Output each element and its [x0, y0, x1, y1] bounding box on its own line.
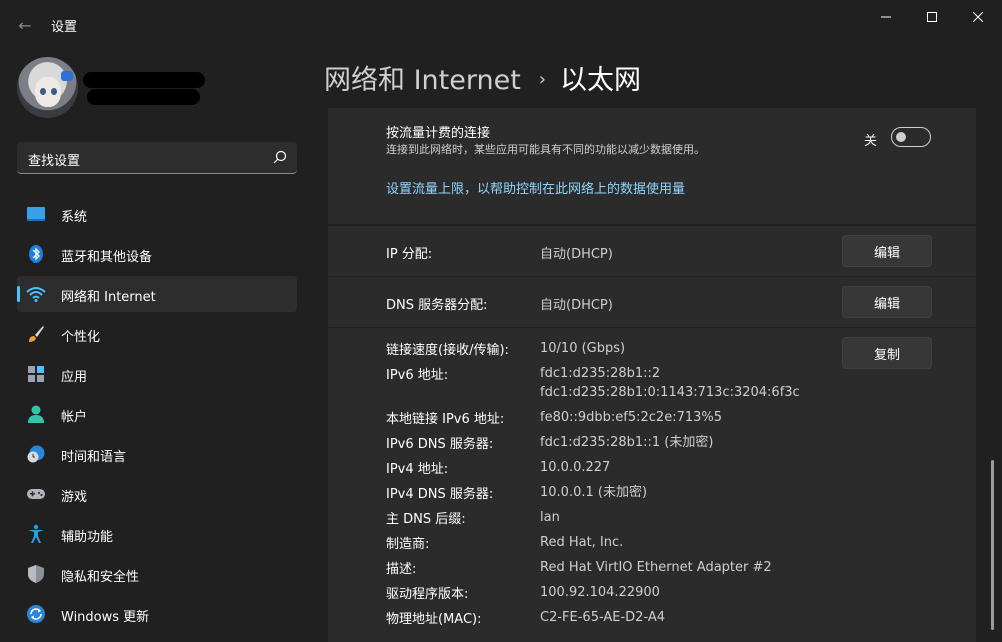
property-label: 物理地址(MAC):	[386, 612, 482, 627]
sidebar-item-time-language[interactable]: 时间和语言	[17, 436, 297, 472]
property-label: IPv6 DNS 服务器:	[386, 437, 494, 452]
dns-assignment-value: 自动(DHCP)	[540, 298, 613, 313]
property-value: fdc1:d235:28b1::1 (未加密)	[540, 435, 714, 450]
sidebar-item-privacy-security[interactable]: 隐私和安全性	[17, 556, 297, 592]
search-icon[interactable]	[273, 150, 287, 164]
search-box[interactable]: 查找设置	[17, 142, 297, 174]
shield-icon	[28, 565, 44, 583]
ip-assignment-card: IP 分配: 自动(DHCP) 编辑	[328, 226, 976, 276]
property-label: 本地链接 IPv6 地址:	[386, 412, 505, 427]
breadcrumb-chevron-icon: ›	[538, 69, 546, 90]
redacted-user-email	[87, 89, 200, 105]
sidebar-item-network[interactable]: 网络和 Internet	[17, 276, 297, 312]
gamepad-icon	[27, 489, 45, 499]
dns-assignment-card: DNS 服务器分配: 自动(DHCP) 编辑	[328, 277, 976, 327]
avatar	[17, 57, 78, 118]
update-icon	[27, 605, 45, 623]
property-value: 10/10 (Gbps)	[540, 341, 626, 356]
metered-toggle-state: 关	[864, 134, 878, 149]
property-label: 主 DNS 后缀:	[386, 512, 466, 527]
property-label: IPv6 地址:	[386, 368, 449, 383]
sidebar-item-personalization[interactable]: 个性化	[17, 316, 297, 352]
app-title: 设置	[51, 20, 78, 35]
sidebar-item-apps[interactable]: 应用	[17, 356, 297, 392]
wifi-icon	[26, 287, 46, 302]
sidebar-item-system[interactable]: 系统	[17, 196, 297, 232]
property-label: 描述:	[386, 562, 417, 577]
sidebar-item-accounts[interactable]: 帐户	[17, 396, 297, 432]
maximize-icon	[927, 12, 937, 22]
brush-icon	[29, 326, 44, 342]
apps-icon	[28, 366, 44, 382]
sidebar-item-accessibility[interactable]: 辅助功能	[17, 516, 297, 552]
property-label: 驱动程序版本:	[386, 587, 469, 602]
scrollbar-thumb[interactable]	[991, 460, 994, 630]
property-label: 制造商:	[386, 537, 430, 552]
bluetooth-icon	[29, 245, 43, 263]
edit-ip-button[interactable]: 编辑	[842, 235, 932, 267]
breadcrumb: 网络和 Internet › 以太网	[324, 58, 641, 97]
minimize-button[interactable]	[863, 0, 909, 34]
system-icon	[27, 207, 45, 221]
ip-assignment-value: 自动(DHCP)	[540, 247, 613, 262]
property-label: IPv4 DNS 服务器:	[386, 487, 494, 502]
property-value: fdc1:d235:28b1::2	[540, 366, 661, 381]
property-value: lan	[540, 510, 560, 525]
property-value: 10.0.0.1 (未加密)	[540, 485, 648, 500]
metered-connection-card: 按流量计费的连接 连接到此网络时，某些应用可能具有不同的功能以减少数据使用。 关…	[328, 108, 976, 224]
property-value: 100.92.104.22900	[540, 585, 660, 600]
property-value: fe80::9dbb:ef5:2c2e:713%5	[540, 410, 723, 425]
title-bar: ← 设置	[0, 0, 1002, 48]
metered-connection-toggle[interactable]	[891, 127, 931, 147]
sidebar-nav: 系统 蓝牙和其他设备 网络和 Internet 个性化 应用 帐户 时间和语言 …	[17, 196, 297, 636]
minimize-icon	[881, 16, 891, 18]
property-label: 链接速度(接收/传输):	[386, 343, 509, 358]
user-profile[interactable]	[17, 57, 307, 119]
accessibility-icon	[28, 524, 44, 543]
sidebar-item-gaming[interactable]: 游戏	[17, 476, 297, 512]
metered-connection-description: 连接到此网络时，某些应用可能具有不同的功能以减少数据使用。	[386, 143, 705, 156]
close-button[interactable]	[955, 0, 1001, 34]
back-button[interactable]: ←	[10, 10, 40, 40]
page-title: 以太网	[560, 65, 641, 96]
maximize-button[interactable]	[909, 0, 955, 34]
clock-globe-icon	[27, 445, 45, 463]
breadcrumb-parent[interactable]: 网络和 Internet	[324, 65, 521, 96]
active-indicator	[17, 286, 20, 302]
property-label: IPv4 地址:	[386, 462, 449, 477]
property-value: 10.0.0.227	[540, 460, 611, 475]
property-value: fdc1:d235:28b1:0:1143:713c:3204:6f3c	[540, 385, 800, 400]
redacted-user-name	[83, 72, 205, 88]
sidebar-item-bluetooth[interactable]: 蓝牙和其他设备	[17, 236, 297, 272]
edit-dns-button[interactable]: 编辑	[842, 286, 932, 318]
account-icon	[28, 405, 44, 423]
search-input[interactable]: 查找设置	[28, 150, 80, 169]
copy-button[interactable]: 复制	[842, 337, 932, 369]
data-limit-link[interactable]: 设置流量上限，以帮助控制在此网络上的数据使用量	[386, 178, 685, 197]
dns-assignment-label: DNS 服务器分配:	[386, 298, 488, 313]
back-arrow-icon: ←	[18, 15, 32, 35]
ip-assignment-label: IP 分配:	[386, 247, 433, 262]
property-value: C2-FE-65-AE-D2-A4	[540, 610, 666, 625]
property-value: Red Hat, Inc.	[540, 535, 624, 550]
properties-card: 复制 链接速度(接收/传输): 10/10 (Gbps) IPv6 地址: fd…	[328, 328, 976, 642]
toggle-knob	[896, 132, 906, 142]
property-value: Red Hat VirtIO Ethernet Adapter #2	[540, 560, 772, 575]
metered-connection-title: 按流量计费的连接	[386, 126, 491, 141]
close-icon	[973, 12, 983, 22]
sidebar-item-windows-update[interactable]: Windows 更新	[17, 596, 297, 632]
